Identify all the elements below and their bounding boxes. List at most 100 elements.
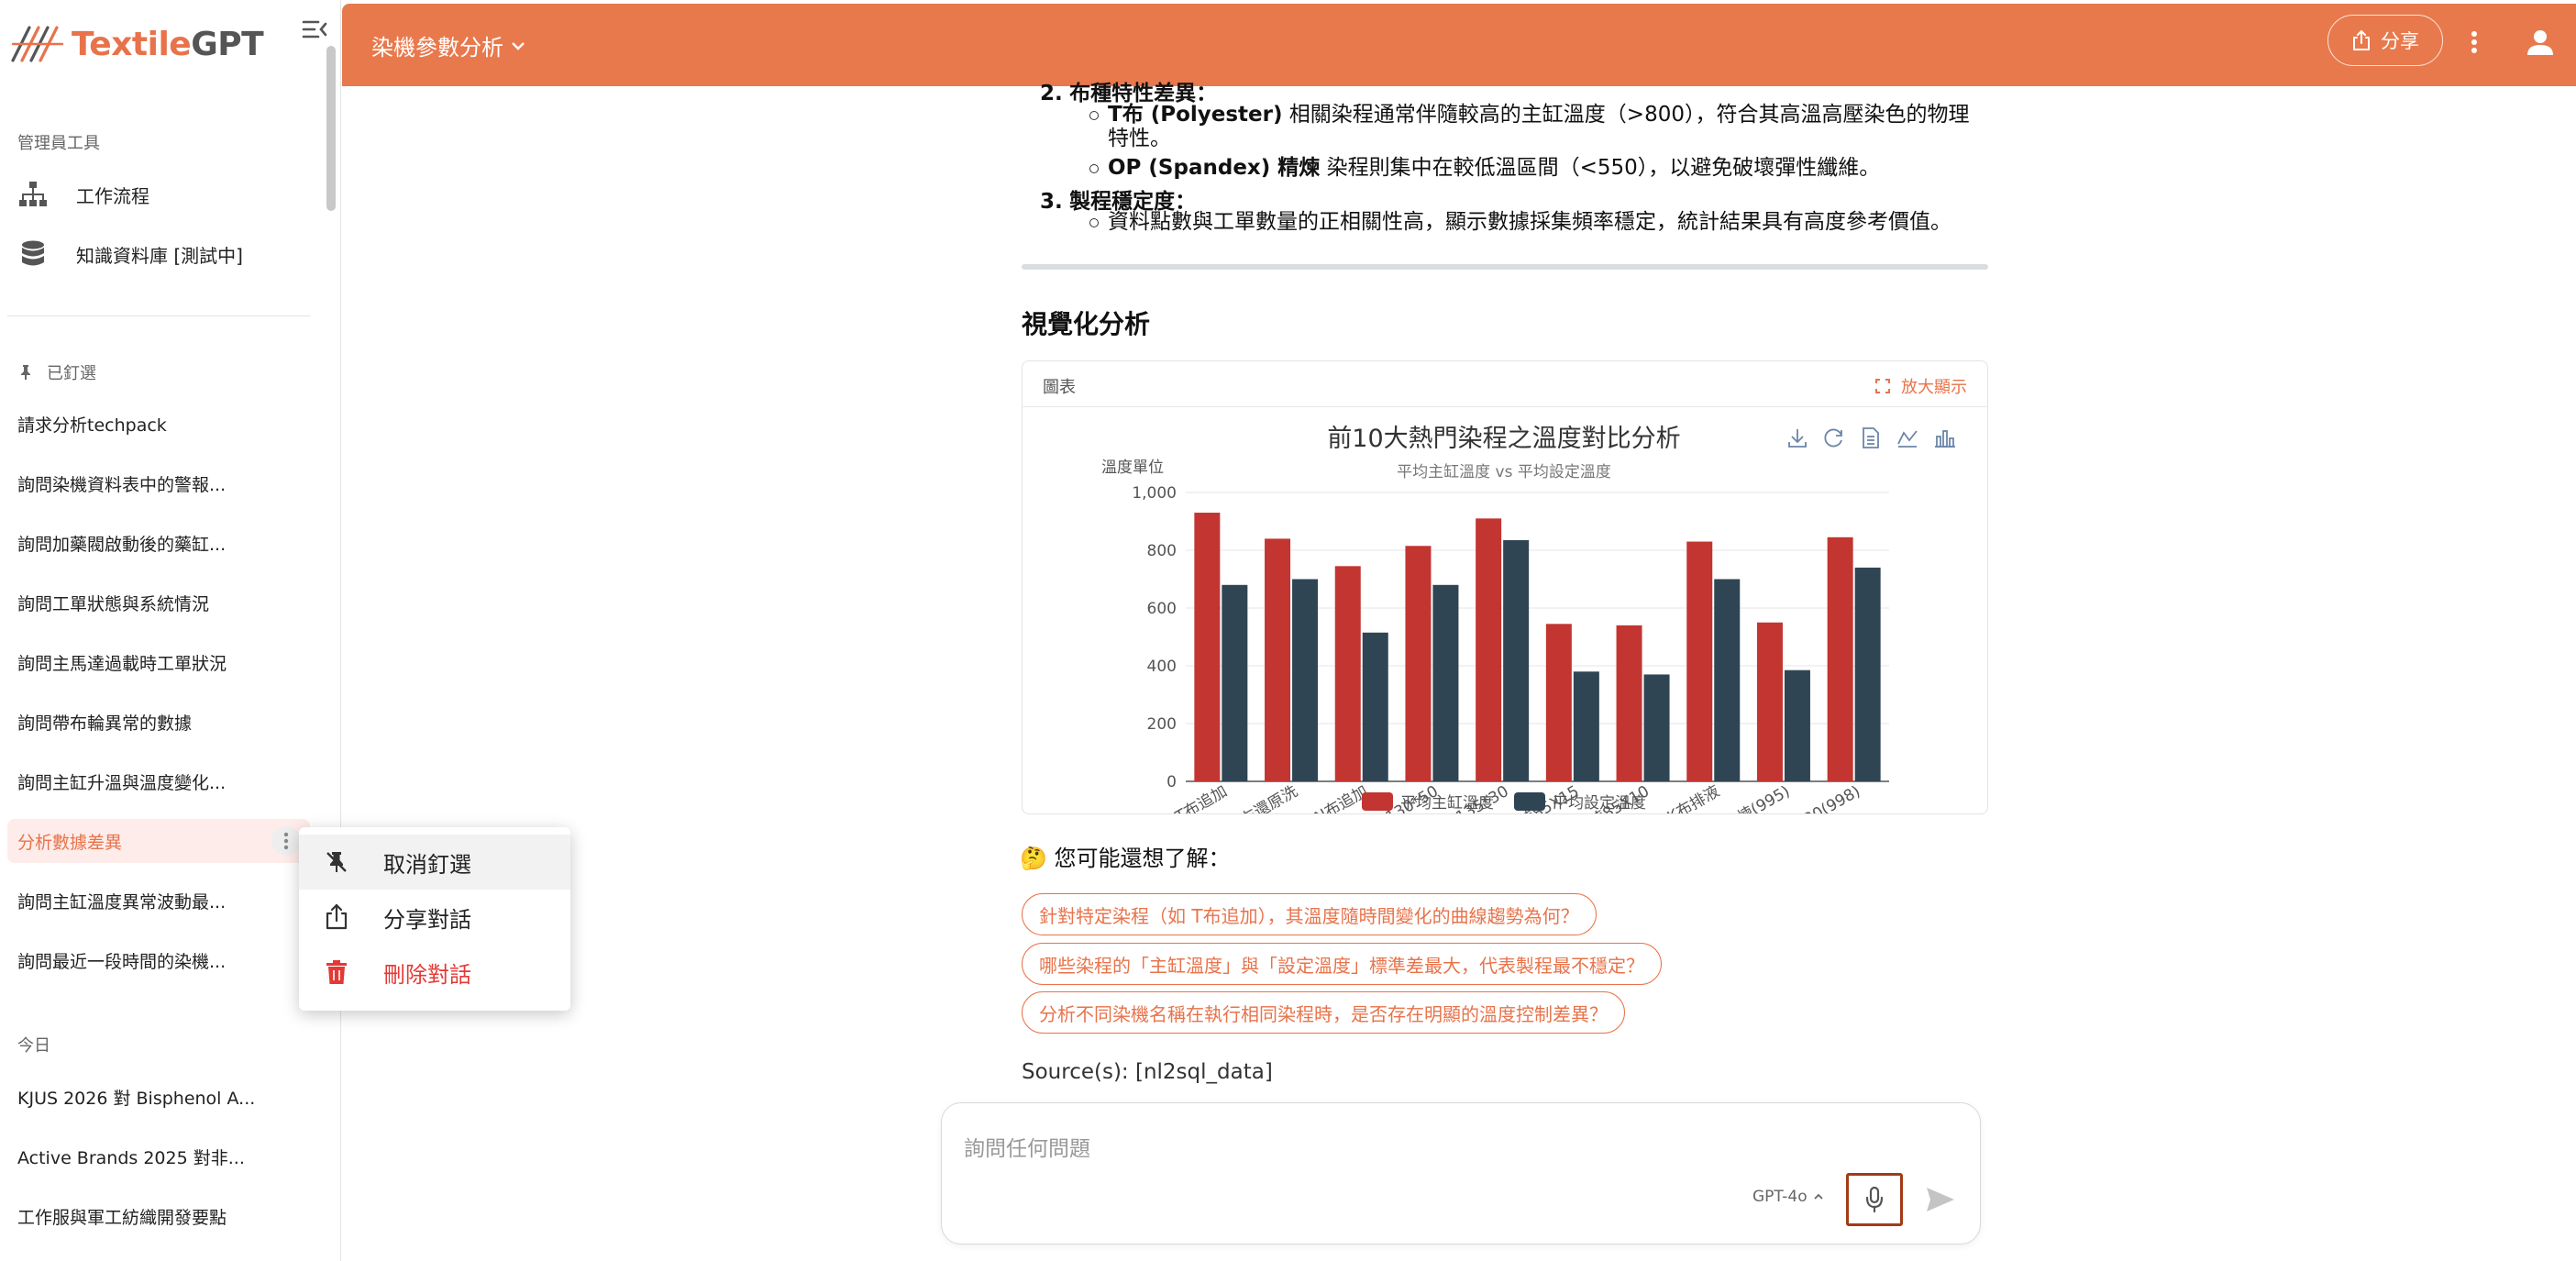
- conversation-item[interactable]: 詢問工單狀態與系統情況: [7, 581, 310, 625]
- legend-swatch: [1514, 792, 1545, 811]
- bar-set-temp: [1643, 674, 1670, 781]
- conversation-title: 詢問主馬達過載時工單狀況: [17, 653, 227, 674]
- today-section-label: 今日: [17, 1036, 50, 1056]
- suggestions-heading: 🤔 您可能還想了解：: [1020, 846, 1231, 871]
- conversation-title: 請求分析techpack: [17, 415, 167, 436]
- unpin-menu-item[interactable]: 取消釘選: [299, 835, 570, 890]
- conversation-title: 詢問染機資料表中的警報...: [17, 474, 227, 495]
- fullscreen-icon: [1875, 379, 1890, 393]
- send-icon: [1925, 1186, 1956, 1213]
- x-tick-label: T布追加: [1172, 782, 1231, 813]
- conversation-item[interactable]: 詢問染機資料表中的警報...: [7, 461, 310, 505]
- y-tick-label: 1,000: [1132, 484, 1177, 503]
- source-citation: Source(s): [nl2sql_data]: [1022, 1060, 1273, 1084]
- conversation-title: 詢問最近一段時間的染機...: [17, 951, 227, 972]
- bar-set-temp: [1503, 539, 1530, 781]
- y-tick-label: 200: [1147, 715, 1177, 734]
- menu-item-label: 分享對話: [383, 906, 471, 933]
- send-button[interactable]: [1919, 1178, 1962, 1221]
- suggestion-chip[interactable]: 哪些染程的「主缸溫度」與「設定溫度」標準差最大，代表製程最不穩定？: [1022, 943, 1662, 985]
- logo-icon: [11, 24, 66, 64]
- chart-toolbox[interactable]: [1788, 427, 1955, 448]
- suggestion-chip[interactable]: 針對特定染程（如 T布追加），其溫度隨時間變化的曲線趨勢為何？: [1022, 893, 1597, 935]
- conversation-item[interactable]: 詢問主缸溫度異常波動最...: [7, 879, 310, 923]
- conversation-title: 詢問主缸升溫與溫度變化...: [17, 772, 227, 793]
- microphone-button[interactable]: [1846, 1173, 1903, 1226]
- bullet-spandex: OP (Spandex) 精煉 染程則集中在較低溫區間（<550），以避免破壞彈…: [1089, 156, 1881, 180]
- sidebar-scrollbar[interactable]: [326, 46, 336, 211]
- bar-main-temp: [1616, 625, 1642, 781]
- line-chart-icon[interactable]: [1897, 430, 1918, 448]
- conversation-title-dropdown[interactable]: 染機參數分析: [371, 29, 525, 61]
- bar-set-temp: [1432, 584, 1459, 781]
- delete-conversation-menu-item[interactable]: 刪除對話: [299, 945, 570, 1000]
- chart-card-header: 圖表 放大顯示: [1023, 361, 1987, 407]
- bar-main-temp: [1545, 624, 1572, 781]
- sitemap-icon: [17, 179, 49, 210]
- top-bar: 染機參數分析: [342, 4, 2576, 86]
- bar-set-temp: [1714, 579, 1741, 781]
- sidebar: TextileGPT 管理員工具 工作流程 知識資料庫 [測試中] 已釘選 請求…: [0, 0, 341, 1261]
- bar-set-temp: [1573, 671, 1599, 781]
- conversation-item[interactable]: 請求分析techpack: [7, 402, 310, 446]
- conversation-title: KJUS 2026 對 Bisphenol A...: [17, 1088, 256, 1109]
- conversation-item[interactable]: 詢問加藥閥啟動後的藥缸...: [7, 521, 310, 565]
- bullet-polyester-cont: 特性。: [1108, 127, 1171, 150]
- kebab-menu-icon[interactable]: [2458, 26, 2491, 59]
- bar-set-temp: [1854, 567, 1881, 781]
- pin-icon: [17, 364, 34, 381]
- page-title: 染機參數分析: [371, 35, 503, 61]
- download-icon[interactable]: [1788, 429, 1807, 448]
- conversation-item[interactable]: 詢問帶布輪異常的數據: [7, 700, 310, 744]
- database-icon: [17, 238, 49, 270]
- unpin-icon: [323, 848, 350, 876]
- legend-swatch: [1362, 792, 1393, 811]
- bar-chart-icon[interactable]: [1935, 430, 1955, 448]
- suggestion-chip[interactable]: 分析不同染機名稱在執行相同染程時，是否存在明顯的溫度控制差異？: [1022, 991, 1625, 1034]
- conversation-item[interactable]: KJUS 2026 對 Bisphenol A...: [7, 1075, 310, 1119]
- bar-set-temp: [1784, 669, 1810, 781]
- expand-chart-button[interactable]: 放大顯示: [1875, 374, 1967, 398]
- more-options-icon[interactable]: [271, 826, 301, 856]
- bar-main-temp: [1334, 566, 1361, 781]
- logo[interactable]: TextileGPT: [11, 15, 323, 73]
- share-conversation-menu-item[interactable]: 分享對話: [299, 890, 570, 945]
- bullet-stability: 資料點數與工單數量的正相關性高，顯示數據採集頻率穩定，統計結果具有高度參考價值。: [1089, 210, 1951, 234]
- legend-label: 平均主缸溫度: [1400, 793, 1494, 813]
- sidebar-item-knowledge-base[interactable]: 知識資料庫 [測試中]: [17, 234, 311, 274]
- share-button[interactable]: 分享: [2327, 15, 2443, 66]
- conversation-item-active[interactable]: 分析數據差異: [7, 819, 310, 863]
- y-tick-label: 400: [1147, 658, 1177, 676]
- sidebar-item-label: 工作流程: [76, 184, 149, 207]
- data-view-icon[interactable]: [1863, 427, 1879, 448]
- bar-main-temp: [1686, 541, 1713, 781]
- collapse-sidebar-icon[interactable]: [298, 13, 331, 46]
- legend-label: 平均設定溫度: [1553, 794, 1646, 813]
- conversation-title: 詢問帶布輪異常的數據: [17, 713, 193, 734]
- model-selector[interactable]: GPT-4o: [1752, 1188, 1824, 1206]
- conversation-item[interactable]: Active Brands 2025 對非...: [7, 1134, 310, 1178]
- menu-item-label: 刪除對話: [383, 961, 471, 988]
- chat-input-box[interactable]: 詢問任何問題 GPT-4o: [941, 1102, 1981, 1244]
- y-tick-label: 800: [1147, 542, 1177, 560]
- conversation-item[interactable]: 詢問主馬達過載時工單狀況: [7, 640, 310, 684]
- sidebar-item-workflow[interactable]: 工作流程: [17, 174, 311, 215]
- section-heading: 視覺化分析: [1022, 309, 1151, 339]
- conversation-item[interactable]: 工作服與軍工紡織開發要點: [7, 1194, 310, 1238]
- menu-item-label: 取消釘選: [383, 851, 471, 878]
- expand-label: 放大顯示: [1901, 378, 1967, 397]
- x-tick-label: AK布排液: [1655, 782, 1723, 813]
- chart-title: 前10大熱門染程之溫度對比分析: [1327, 425, 1680, 453]
- conversation-item[interactable]: 詢問最近一段時間的染機...: [7, 938, 310, 982]
- sidebar-divider: [7, 315, 310, 316]
- chat-input[interactable]: 詢問任何問題: [964, 1131, 1090, 1162]
- logo-text: TextileGPT: [72, 25, 264, 63]
- bullet-polyester: T布 (Polyester) 相關染程通常伴隨較高的主缸溫度（>800），符合其…: [1089, 103, 1970, 127]
- y-axis-label: 溫度單位: [1101, 459, 1164, 477]
- chart-gridlines: [1186, 492, 1889, 782]
- conversation-item[interactable]: 詢問主缸升溫與溫度變化...: [7, 759, 310, 803]
- refresh-icon[interactable]: [1824, 428, 1842, 448]
- section-divider: [1022, 264, 1988, 270]
- trash-icon: [323, 958, 350, 986]
- user-avatar-icon[interactable]: [2524, 26, 2557, 59]
